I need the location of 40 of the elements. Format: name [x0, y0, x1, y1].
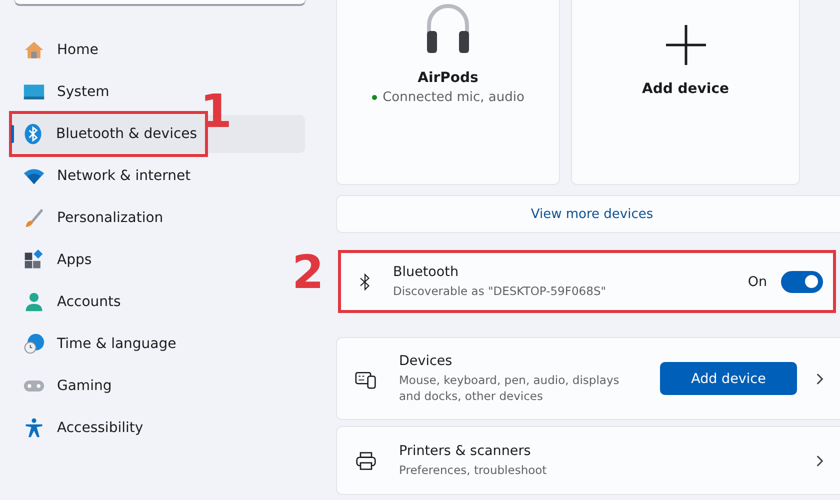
- device-name: AirPods: [418, 70, 478, 86]
- person-icon: [23, 291, 45, 313]
- printer-icon: [355, 450, 377, 472]
- home-icon: [23, 39, 45, 61]
- toggle-switch[interactable]: [781, 270, 823, 292]
- globe-clock-icon: [23, 333, 45, 355]
- settings-row[interactable]: Printers & scanners Preferences, troubleshoot: [336, 426, 840, 495]
- row-title: Devices: [399, 353, 454, 369]
- row-subtitle: Discoverable as "DESKTOP-59F068S": [393, 283, 608, 299]
- settings-row[interactable]: Devices Mouse, keyboard, pen, audio, displays and docks, other devices Add device: [336, 337, 840, 420]
- selection-indicator: [11, 125, 14, 143]
- view-more-link[interactable]: View more devices: [530, 206, 654, 222]
- annotation-frame: Bluetooth & devices: [9, 111, 208, 157]
- sidebar-item[interactable]: Accessibility: [10, 409, 154, 447]
- row-title: Bluetooth: [393, 264, 460, 280]
- row-title: Printers & scanners: [399, 443, 532, 459]
- sidebar-item[interactable]: Apps: [10, 241, 103, 279]
- status-dot: [372, 95, 377, 100]
- plus-icon: [664, 23, 708, 67]
- row-subtitle: Preferences, troubleshoot: [399, 462, 548, 478]
- brush-icon: [23, 207, 45, 229]
- tile-label: Add device: [642, 81, 729, 97]
- bluetooth-icon: [22, 123, 44, 145]
- sidebar-item[interactable]: Network & internet: [10, 157, 202, 195]
- row-subtitle: Mouse, keyboard, pen, audio, displays and docks, other devices: [399, 372, 620, 404]
- sidebar-item[interactable]: Time & language: [10, 325, 188, 363]
- device-tile[interactable]: AirPods Connected mic, audio: [336, 0, 560, 185]
- sidebar-item[interactable]: Gaming: [10, 367, 123, 405]
- add-device-tile[interactable]: Add device: [571, 0, 800, 185]
- add-device-button[interactable]: Add device: [660, 362, 797, 395]
- sidebar-item[interactable]: Accounts: [10, 283, 132, 321]
- sidebar-item[interactable]: System: [10, 73, 120, 111]
- sidebar-item[interactable]: Personalization: [10, 199, 174, 237]
- annotation-number: 2: [292, 249, 324, 295]
- toggle-state: On: [748, 274, 767, 290]
- sidebar-item[interactable]: Home: [10, 31, 110, 69]
- device-status: Connected mic, audio: [372, 90, 524, 105]
- bluetooth-icon: [359, 272, 371, 290]
- apps-icon: [23, 249, 45, 271]
- accessibility-icon: [23, 417, 45, 439]
